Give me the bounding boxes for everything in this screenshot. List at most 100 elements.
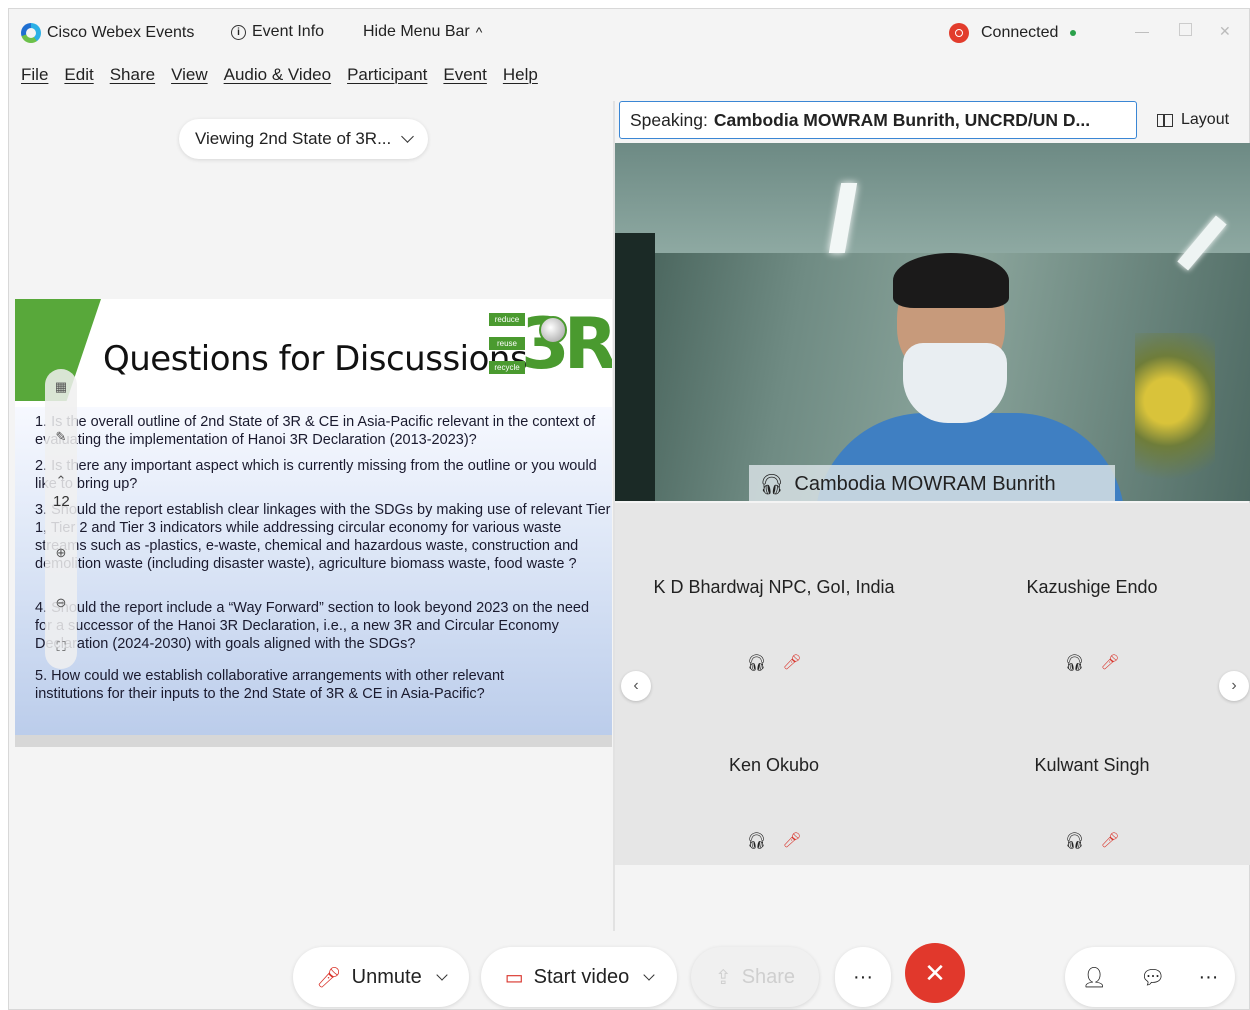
close-window-button[interactable]: ✕ [1219,23,1235,39]
participant-name: Kazushige Endo [1026,577,1158,597]
video-dark-edge [615,233,655,501]
page-number: 12 [53,493,70,510]
prev-page-button[interactable]: ‹ [621,671,651,701]
speaking-indicator: Speaking: Cambodia MOWRAM Bunrith, UNCRD… [619,101,1137,139]
shared-slide: Questions for Discussions reduce reuse r… [15,299,612,747]
more-icon: ··· [853,965,873,988]
webex-logo-icon [21,23,41,43]
slide-tools-bar: ▦ ✎ ⌃ 12 ⊕ ⊖ ⛶ [45,369,77,669]
chevron-down-icon [643,969,655,981]
menu-help[interactable]: Help [503,65,538,85]
participant-name: Kulwant Singh [1034,755,1150,775]
close-icon: ✕ [924,957,946,988]
viewing-label: Viewing 2nd State of 3R... [195,129,392,148]
speaking-prefix: Speaking: [630,109,708,130]
logo-tag-reduce: reduce [489,313,525,326]
participant-tile[interactable]: Kulwant Singh 🎧︎ 🎤︎ [933,681,1250,859]
minimize-button[interactable]: — [1135,23,1151,39]
participant-status: 🎧︎ 🎤︎ [933,831,1250,851]
maximize-button[interactable] [1179,23,1192,36]
logo-3r-text: 3R [521,303,612,385]
participant-tile[interactable]: Kazushige Endo 🎧︎ 🎤︎ [933,503,1250,681]
participants-icon[interactable]: 👤︎ [1082,965,1107,990]
share-label: Share [741,965,796,988]
hide-menu-label: Hide Menu Bar [363,23,470,40]
mic-muted-icon: 🎤︎ [316,966,342,989]
participant-status: 🎧︎ 🎤︎ [933,653,1250,673]
next-page-button[interactable]: › [1219,671,1249,701]
participant-tile[interactable]: K D Bhardwaj NPC, GoI, India 🎧︎ 🎤︎ [615,503,933,681]
slide-footer [15,735,612,747]
unmute-label: Unmute [351,965,422,988]
record-icon [949,23,969,43]
chevron-down-icon [436,969,448,981]
speaker-name-tag: 🎧︎ Cambodia MOWRAM Bunrith [749,465,1115,501]
video-off-icon: ▭ [504,966,524,989]
panel-toggles: 👤︎ 💬︎ ··· [1065,947,1235,1007]
speaker-hair [893,253,1009,308]
page-up-icon[interactable]: ⌃ [53,473,69,489]
participant-status: 🎧︎ 🎤︎ [615,831,933,851]
question-4: 4. Should the report include a “Way Forw… [35,600,590,652]
menu-event[interactable]: Event [443,65,486,85]
menu-file[interactable]: File [21,65,48,85]
headphone-icon: 🎧︎ [759,473,785,496]
annotate-icon[interactable]: ✎ [53,429,69,445]
participant-tile[interactable]: Ken Okubo 🎧︎ 🎤︎ [615,681,933,859]
start-video-label: Start video [533,965,630,988]
headphone-icon: 🎧︎ [746,833,767,850]
layout-label: Layout [1181,111,1230,128]
zoom-out-icon[interactable]: ⊖ [53,595,69,611]
slide-body: 1. Is the overall outline of 2nd State o… [15,407,612,747]
question-5: 5. How could we establish collaborative … [35,668,505,702]
app-title: Cisco Webex Events [21,23,194,43]
info-icon: i [231,24,246,40]
unmute-button[interactable]: 🎤︎ Unmute [293,947,469,1007]
speaker-mask [903,343,1007,423]
start-video-button[interactable]: ▭ Start video [481,947,677,1007]
video-plant [1135,333,1215,501]
thumbnails-icon[interactable]: ▦ [53,379,69,395]
chevron-down-icon [401,130,415,143]
mic-muted-icon: 🎤︎ [1100,832,1120,849]
layout-icon [1157,113,1173,127]
headphone-icon: 🎧︎ [746,655,767,672]
event-info-label: Event Info [252,23,325,40]
share-button[interactable]: ⇪ Share [691,947,819,1007]
layout-button[interactable]: Layout [1147,101,1243,139]
hide-menu-bar-button[interactable]: Hide Menu Bar ^ [363,23,482,41]
logo-tag-recycle: recycle [489,361,525,374]
title-bar: Cisco Webex Events i Event Info Hide Men… [9,9,1249,61]
3r-logo: reduce reuse recycle 3R [489,303,612,385]
question-3: 3. Should the report establish clear lin… [35,502,611,572]
share-icon: ⇪ [714,966,732,989]
event-info-button[interactable]: i Event Info [231,23,324,41]
menu-audio-video[interactable]: Audio & Video [224,65,331,85]
zoom-in-icon[interactable]: ⊕ [53,545,69,561]
globe-icon [539,316,567,344]
webex-window: Cisco Webex Events i Event Info Hide Men… [8,8,1250,1010]
fit-screen-icon[interactable]: ⛶ [53,639,69,655]
connection-status: Connected [949,23,1077,43]
leave-event-button[interactable]: ✕ [905,943,965,1003]
more-panels-icon[interactable]: ··· [1198,966,1218,989]
status-dot-icon [1070,30,1077,36]
speaking-name: Cambodia MOWRAM Bunrith, UNCRD/UN D... [713,109,1091,130]
menu-participant[interactable]: Participant [347,65,427,85]
menu-view[interactable]: View [171,65,208,85]
viewing-dropdown[interactable]: Viewing 2nd State of 3R... [179,119,429,159]
menu-edit[interactable]: Edit [64,65,93,85]
connection-status-text: Connected [981,24,1059,41]
mic-muted-icon: 🎤︎ [1100,654,1120,671]
speaker-name: Cambodia MOWRAM Bunrith [794,472,1056,495]
more-options-button[interactable]: ··· [835,947,891,1007]
menu-share[interactable]: Share [110,65,155,85]
menu-bar: File Edit Share View Audio & Video Parti… [21,65,538,85]
slide-title: Questions for Discussions [103,339,528,379]
headphone-icon: 🎧︎ [1064,655,1085,672]
active-speaker-video[interactable]: 🎧︎ Cambodia MOWRAM Bunrith [615,143,1250,501]
app-name: Cisco Webex Events [47,24,195,41]
chat-icon[interactable]: 💬︎ [1140,965,1165,990]
video-ceiling [615,143,1250,253]
chevron-up-icon: ^ [475,24,483,40]
